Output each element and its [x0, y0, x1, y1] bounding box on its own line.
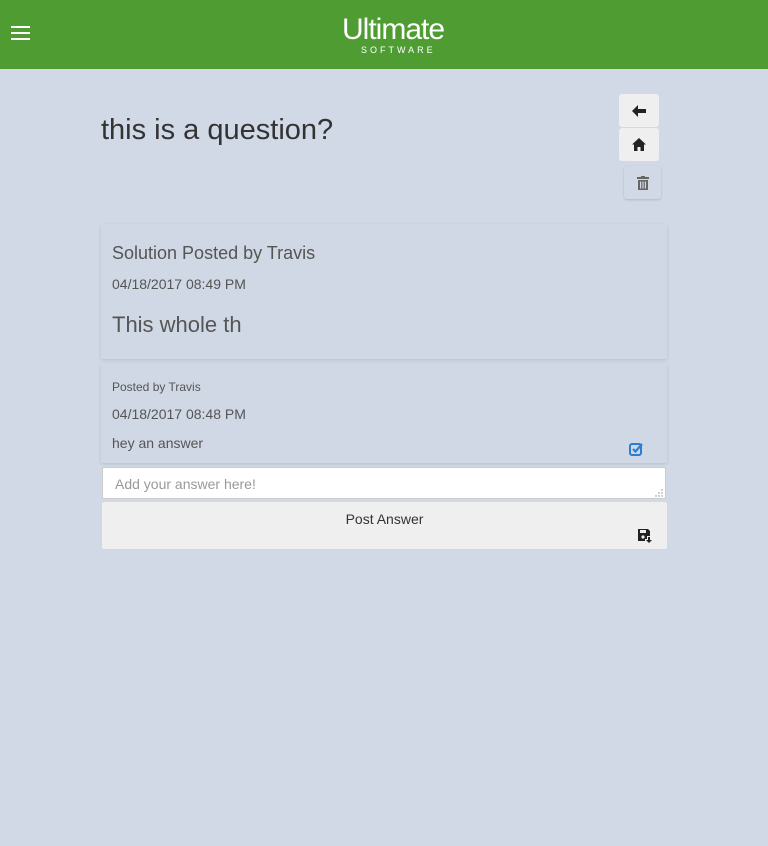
solution-body: This whole th [112, 312, 242, 337]
answer-card: Posted by Travis 04/18/2017 08:48 PM hey… [101, 363, 667, 463]
solution-date: 04/18/2017 08:49 PM [112, 276, 246, 292]
checkbox-checked-icon[interactable] [629, 442, 643, 456]
top-navigation-bar: Ultimate SOFTWARE [0, 0, 768, 69]
post-answer-button[interactable]: Post Answer [102, 502, 667, 549]
hamburger-icon[interactable] [11, 24, 30, 42]
logo-subtitle: SOFTWARE [361, 45, 436, 55]
post-answer-label: Post Answer [345, 511, 424, 527]
delete-button[interactable] [624, 166, 661, 199]
resize-grip-icon[interactable] [655, 489, 663, 497]
answer-input[interactable] [102, 467, 666, 499]
back-button[interactable] [619, 94, 659, 127]
solution-card: Solution Posted by Travis 04/18/2017 08:… [101, 224, 667, 359]
solution-heading: Solution Posted by Travis [112, 243, 316, 263]
company-logo: Ultimate SOFTWARE [342, 13, 452, 56]
home-button[interactable] [619, 128, 659, 161]
answer-author: Posted by Travis [112, 380, 201, 394]
question-title: this is a question? [101, 114, 334, 146]
answer-body: hey an answer [112, 435, 204, 451]
logo-brand: Ultimate [342, 13, 445, 46]
trash-icon [636, 175, 649, 190]
home-icon [632, 138, 646, 151]
answer-date: 04/18/2017 08:48 PM [112, 406, 246, 422]
arrow-left-icon [632, 104, 646, 117]
save-icon [638, 529, 652, 543]
